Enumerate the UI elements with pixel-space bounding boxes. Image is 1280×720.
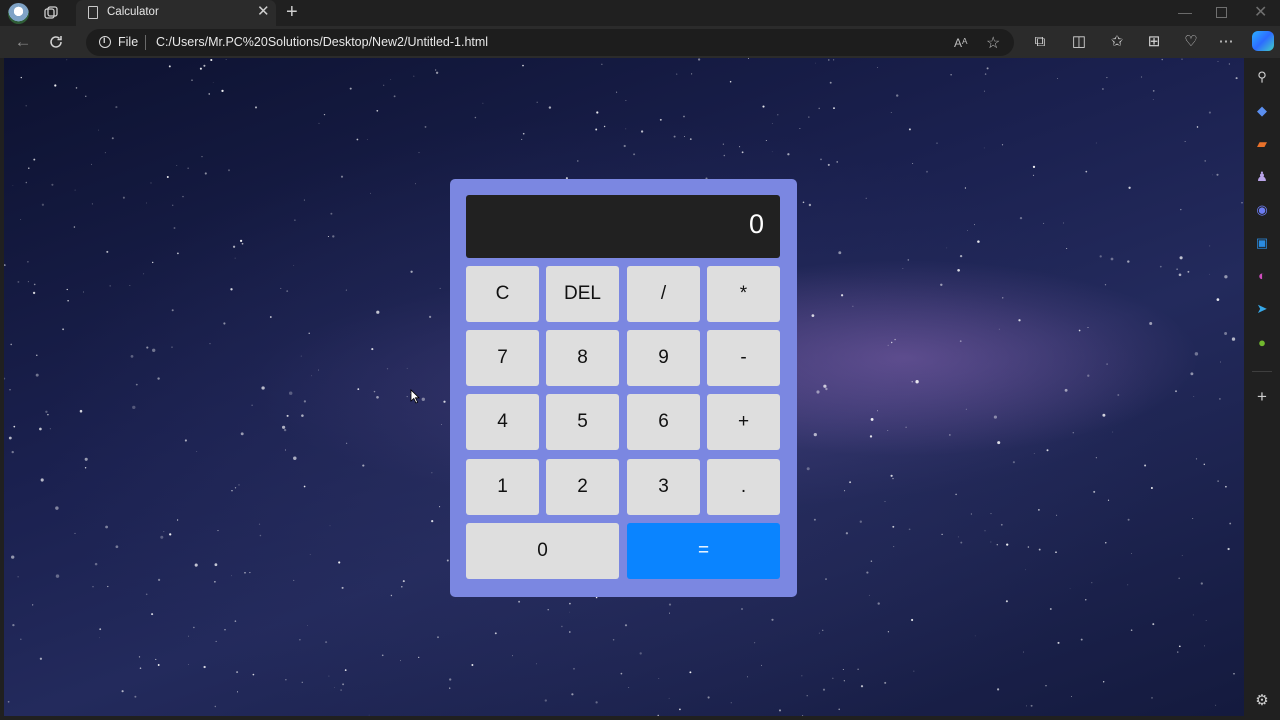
sidebar-divider	[1252, 371, 1272, 372]
close-tab-icon[interactable]: ✕	[257, 4, 270, 20]
games-icon[interactable]: ♟	[1253, 168, 1271, 186]
clear-button[interactable]: C	[466, 266, 539, 322]
page-viewport: 0 C DEL / * 7 8 9-4 5 6 +1 2 3. 0 =	[4, 58, 1244, 716]
digit-5-button[interactable]: 5	[546, 394, 619, 450]
settings-gear-icon[interactable]: ⚙	[1253, 692, 1271, 710]
add-button[interactable]: +	[707, 394, 780, 450]
add-icon[interactable]: +	[1253, 388, 1271, 406]
new-tab-icon[interactable]: +	[286, 2, 298, 22]
extensions-icon[interactable]: ⧉	[1029, 31, 1051, 53]
digit-9-button[interactable]: 9	[627, 330, 700, 386]
digit-4-button[interactable]: 4	[466, 394, 539, 450]
calculator: 0 C DEL / * 7 8 9-4 5 6 +1 2 3. 0 =	[450, 179, 797, 597]
collections-icon[interactable]: ⊞	[1143, 31, 1165, 53]
info-icon[interactable]	[99, 35, 111, 48]
refresh-icon[interactable]	[48, 34, 64, 50]
digit-2-button[interactable]: 2	[546, 459, 619, 515]
designer-icon[interactable]: ◐	[1253, 267, 1271, 285]
digit-3-button[interactable]: 3	[627, 459, 700, 515]
mouse-cursor-icon	[410, 389, 420, 404]
browser-essentials-icon[interactable]: ♡	[1180, 31, 1202, 53]
minimize-icon[interactable]: —	[1178, 4, 1192, 20]
favorite-star-icon[interactable]: ☆	[986, 33, 1000, 53]
tab-strip: Calculator ✕ + — ✕	[0, 0, 1280, 26]
address-scheme: File	[118, 35, 139, 49]
multiply-button[interactable]: *	[707, 266, 780, 322]
favorites-icon[interactable]: ✩	[1106, 31, 1128, 53]
profile-avatar[interactable]	[8, 3, 29, 24]
address-url[interactable]: C:/Users/Mr.PC%20Solutions/Desktop/New2/…	[156, 35, 488, 49]
read-aloud-icon[interactable]: Aᴬ	[954, 36, 967, 50]
tools-briefcase-icon[interactable]: ▰	[1253, 135, 1271, 153]
tab-title: Calculator	[107, 6, 159, 18]
maximize-icon[interactable]	[1216, 7, 1227, 18]
outlook-icon[interactable]: ▣	[1253, 234, 1271, 252]
digit-7-button[interactable]: 7	[466, 330, 539, 386]
back-arrow-icon[interactable]: ←	[11, 30, 35, 54]
microsoft-365-icon[interactable]: ◉	[1253, 201, 1271, 219]
send-icon[interactable]: ➤	[1253, 300, 1271, 318]
divide-button[interactable]: /	[627, 266, 700, 322]
edge-sidebar: ⚲ ◆ ▰ ♟ ◉ ▣ ◐ ➤ ● + ⚙	[1244, 58, 1280, 720]
more-options-icon[interactable]: ⋯	[1215, 31, 1237, 53]
display-value: 0	[748, 209, 764, 239]
page-icon	[88, 6, 98, 19]
digit-0-button[interactable]: 0	[466, 523, 619, 579]
address-separator	[145, 35, 146, 50]
decimal-button[interactable]: .	[707, 459, 780, 515]
equals-button[interactable]: =	[627, 523, 780, 579]
split-screen-icon[interactable]: ◫	[1068, 31, 1090, 53]
shopping-tag-icon[interactable]: ◆	[1253, 102, 1271, 120]
tab-calculator[interactable]: Calculator ✕	[76, 0, 276, 26]
digit-6-button[interactable]: 6	[627, 394, 700, 450]
subtract-button[interactable]: -	[707, 330, 780, 386]
address-bar[interactable]: File C:/Users/Mr.PC%20Solutions/Desktop/…	[86, 29, 1014, 56]
drop-icon[interactable]: ●	[1253, 334, 1271, 352]
workspaces-icon[interactable]	[43, 5, 59, 21]
calculator-display: 0	[466, 195, 780, 258]
search-icon[interactable]: ⚲	[1253, 68, 1271, 86]
close-window-icon[interactable]: ✕	[1254, 2, 1267, 22]
copilot-icon[interactable]	[1252, 31, 1274, 51]
digit-8-button[interactable]: 8	[546, 330, 619, 386]
digit-1-button[interactable]: 1	[466, 459, 539, 515]
browser-toolbar: ← File C:/Users/Mr.PC%20Solutions/Deskto…	[0, 26, 1280, 58]
delete-button[interactable]: DEL	[546, 266, 619, 322]
